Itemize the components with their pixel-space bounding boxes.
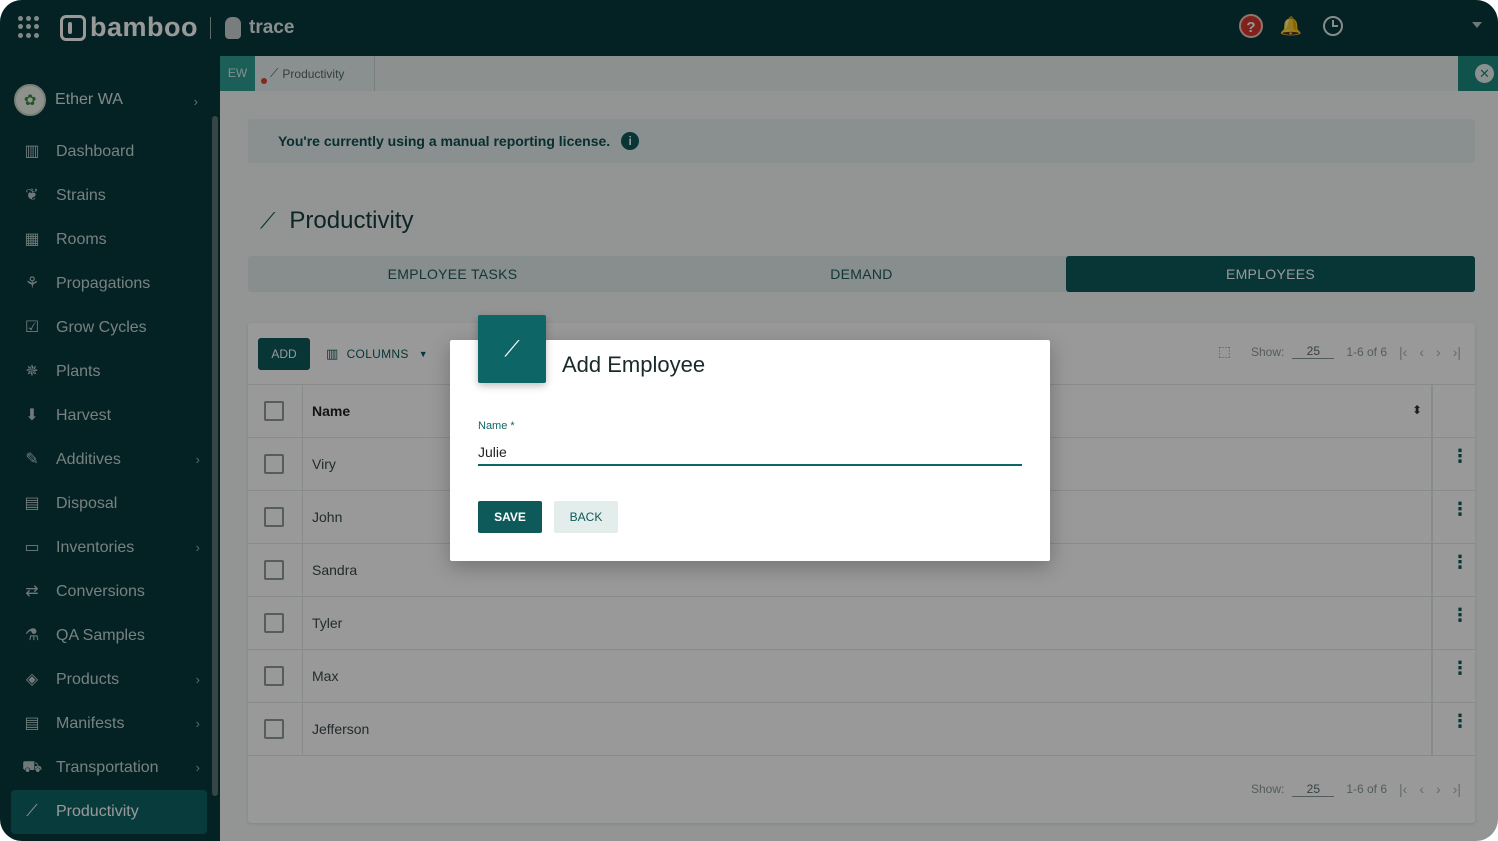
add-employee-dialog: ⟋ Add Employee Name * SAVE BACK — [450, 315, 1050, 561]
name-field-label: Name * — [478, 420, 515, 432]
save-button[interactable]: SAVE — [478, 501, 542, 533]
dialog-title: Add Employee — [562, 352, 706, 377]
app-window: bamboo trace ? 🔔 ✿ Ether WA › ▥ Dashboard… — [0, 0, 1498, 841]
name-field[interactable] — [478, 440, 1022, 466]
trend-line-icon: ⟋ — [478, 315, 546, 383]
back-button[interactable]: BACK — [554, 501, 618, 533]
